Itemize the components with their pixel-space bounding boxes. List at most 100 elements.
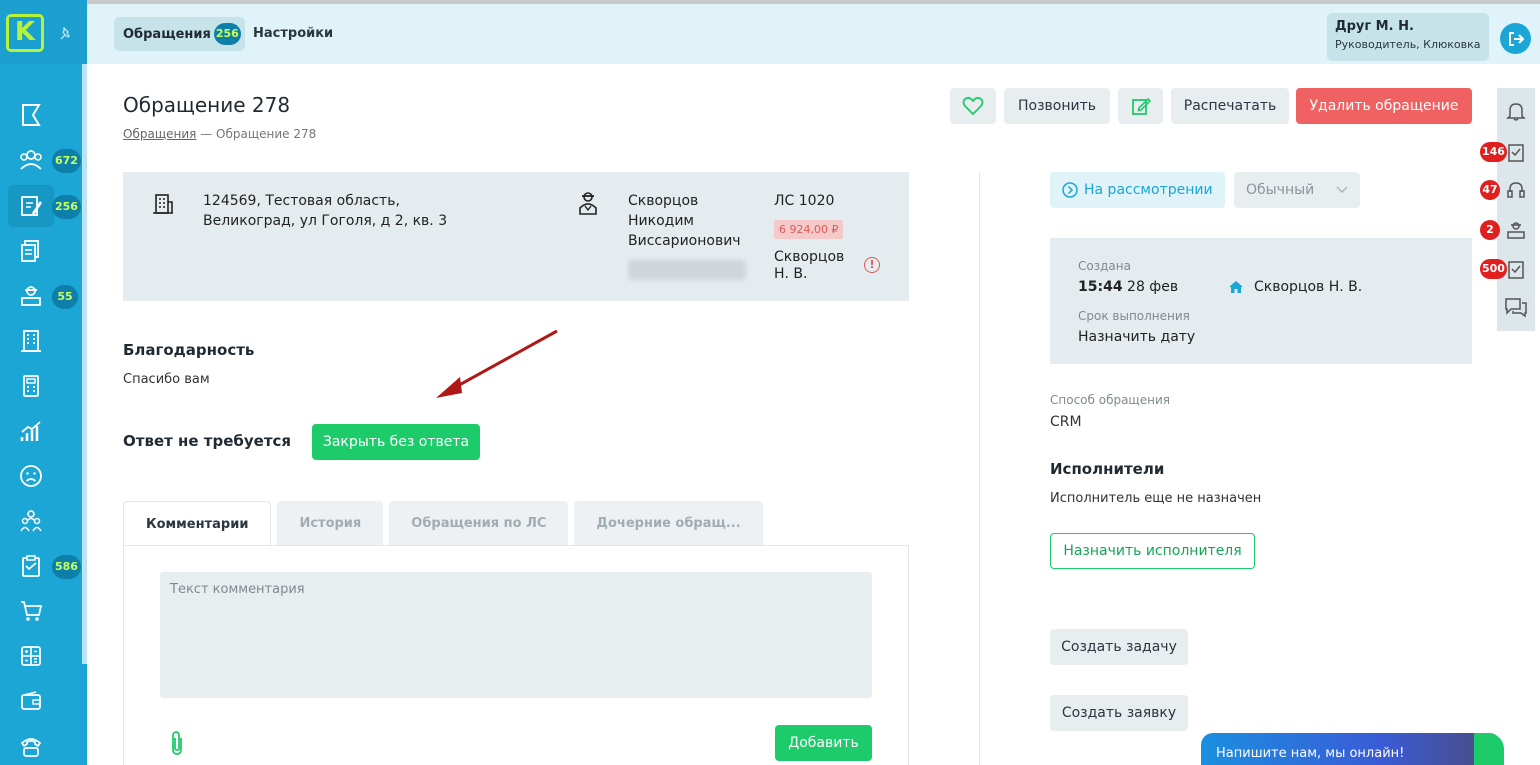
resident-phone-blurred <box>628 260 746 280</box>
tab-comments[interactable]: Комментарии <box>123 501 272 546</box>
status-label: На рассмотрении <box>1084 182 1213 198</box>
breadcrumb-separator: — <box>196 127 217 141</box>
executors-title: Исполнители <box>1050 460 1165 478</box>
chart-growth-icon <box>20 421 41 441</box>
tab-appeals[interactable]: Обращения 256 <box>114 17 245 51</box>
online-chat-widget[interactable]: Напишите нам, мы онлайн! <box>1201 733 1501 765</box>
create-task-button[interactable]: Создать задачу <box>1050 629 1188 665</box>
flag-logo-icon <box>22 104 41 126</box>
created-date: 28 фев <box>1127 279 1179 295</box>
chat-bubbles-icon <box>1505 298 1527 318</box>
calculator-icon <box>23 375 39 397</box>
documents-icon <box>21 240 39 262</box>
worker-icon <box>1507 222 1525 239</box>
tab-child-appeals[interactable]: Дочерние обращ... <box>574 501 763 546</box>
pin-icon[interactable] <box>59 27 73 41</box>
created-label: Создана <box>1078 259 1131 273</box>
app-logo[interactable]: K <box>6 14 44 52</box>
author-name: Скворцов Н. В. <box>1254 279 1363 295</box>
logout-button[interactable] <box>1500 23 1531 54</box>
sidebar-item-documents[interactable] <box>8 230 54 272</box>
created-time: 15:44 <box>1078 279 1123 295</box>
delete-appeal-button[interactable]: Удалить обращение <box>1296 88 1472 124</box>
call-button[interactable]: Позвонить <box>1004 88 1110 124</box>
column-divider <box>979 172 980 765</box>
tab-account-appeals[interactable]: Обращения по ЛС <box>389 501 569 546</box>
sidebar-scrollbar[interactable] <box>82 64 87 664</box>
edit-document-icon <box>21 196 42 216</box>
appeal-text: Спасибо вам <box>123 372 210 387</box>
priority-value: Обычный <box>1246 182 1315 198</box>
sidebar-item-complaints[interactable] <box>8 455 54 497</box>
method-value: CRM <box>1050 414 1082 430</box>
page-title: Обращение 278 <box>123 93 291 117</box>
method-label: Способ обращения <box>1050 393 1170 407</box>
people-group-icon <box>20 150 42 170</box>
chevron-down-icon <box>1336 186 1348 194</box>
residents-count-badge: 672 <box>52 149 81 173</box>
rail-calls[interactable] <box>1503 177 1529 203</box>
appeals-count-badge: 256 <box>52 195 81 219</box>
edit-icon <box>1131 97 1151 115</box>
sidebar-item-phone[interactable] <box>8 725 54 765</box>
created-datetime: 15:44 28 фев <box>1078 279 1178 295</box>
favorite-button[interactable] <box>950 88 996 124</box>
create-request-button[interactable]: Создать заявку <box>1050 695 1188 731</box>
sidebar-item-analytics[interactable] <box>8 410 54 452</box>
logout-icon <box>1508 31 1524 46</box>
resident-name-line1[interactable]: Скворцов <box>628 191 698 211</box>
owner-line2: Н. В. <box>774 266 808 282</box>
rail-chat[interactable] <box>1503 294 1529 320</box>
building-icon <box>21 330 41 352</box>
comment-input[interactable] <box>160 572 872 698</box>
appeal-category: Благодарность <box>123 341 255 359</box>
sidebar-item-staff[interactable] <box>8 500 54 542</box>
rail-notifications[interactable] <box>1503 98 1529 124</box>
clipboard-check-icon <box>22 555 40 577</box>
sidebar-item-appeals[interactable] <box>8 185 54 227</box>
clipboard-check-icon <box>1508 144 1524 162</box>
phone-icon <box>20 738 42 757</box>
sidebar-item-residents[interactable] <box>8 139 54 181</box>
sidebar-item-buildings[interactable] <box>8 320 54 362</box>
top-bar: Обращения 256 Настройки Друг М. Н. Руков… <box>87 0 1540 64</box>
print-button[interactable]: Распечатать <box>1171 88 1289 124</box>
sidebar-item-wallet[interactable] <box>8 680 54 722</box>
breadcrumb-current: Обращение 278 <box>216 127 317 141</box>
sidebar-item-billing[interactable] <box>8 635 54 677</box>
edit-button[interactable] <box>1118 88 1163 124</box>
tab-settings[interactable]: Настройки <box>253 26 333 41</box>
rail-calls-badge: 47 <box>1480 180 1500 200</box>
sidebar-item-calculator[interactable] <box>8 365 54 407</box>
person-icon <box>579 192 597 215</box>
due-date-link[interactable]: Назначить дату <box>1078 329 1195 345</box>
status-button[interactable]: На рассмотрении <box>1050 172 1225 208</box>
priority-select[interactable]: Обычный <box>1234 172 1360 208</box>
tab-history[interactable]: История <box>277 501 384 546</box>
calc-grid-icon <box>21 646 41 666</box>
requests-count-badge: 55 <box>52 285 78 309</box>
rail-checklist-badge: 500 <box>1480 259 1507 279</box>
sidebar-item-tasks[interactable] <box>8 545 54 587</box>
resident-name-line3[interactable]: Виссарионович <box>628 231 741 251</box>
debt-badge: 6 924,00 ₽ <box>774 220 844 239</box>
user-role: Руководитель, Клюковка <box>1335 38 1481 51</box>
breadcrumb-link-appeals[interactable]: Обращения <box>123 127 196 141</box>
close-without-reply-button[interactable]: Закрыть без ответа <box>312 424 480 460</box>
wallet-icon <box>21 691 41 710</box>
no-reply-label: Ответ не требуется <box>123 432 292 450</box>
add-comment-button[interactable]: Добавить <box>775 725 872 761</box>
heart-icon <box>962 96 984 116</box>
sidebar-item-shop[interactable] <box>8 590 54 632</box>
account-number[interactable]: ЛС 1020 <box>774 191 834 211</box>
assign-executor-button[interactable]: Назначить исполнителя <box>1050 533 1255 569</box>
rail-tasks-badge: 146 <box>1480 142 1507 162</box>
paperclip-icon[interactable] <box>167 730 187 756</box>
sidebar-item-home[interactable] <box>8 94 54 136</box>
resident-name-line2[interactable]: Никодим <box>628 211 694 231</box>
sidebar-item-requests[interactable] <box>8 275 54 317</box>
user-profile[interactable]: Друг М. Н. Руководитель, Клюковка <box>1327 13 1489 61</box>
warning-icon[interactable]: ! <box>864 257 880 273</box>
left-sidebar: K 672 256 55 586 <box>0 0 87 765</box>
rail-requests[interactable] <box>1503 217 1529 243</box>
